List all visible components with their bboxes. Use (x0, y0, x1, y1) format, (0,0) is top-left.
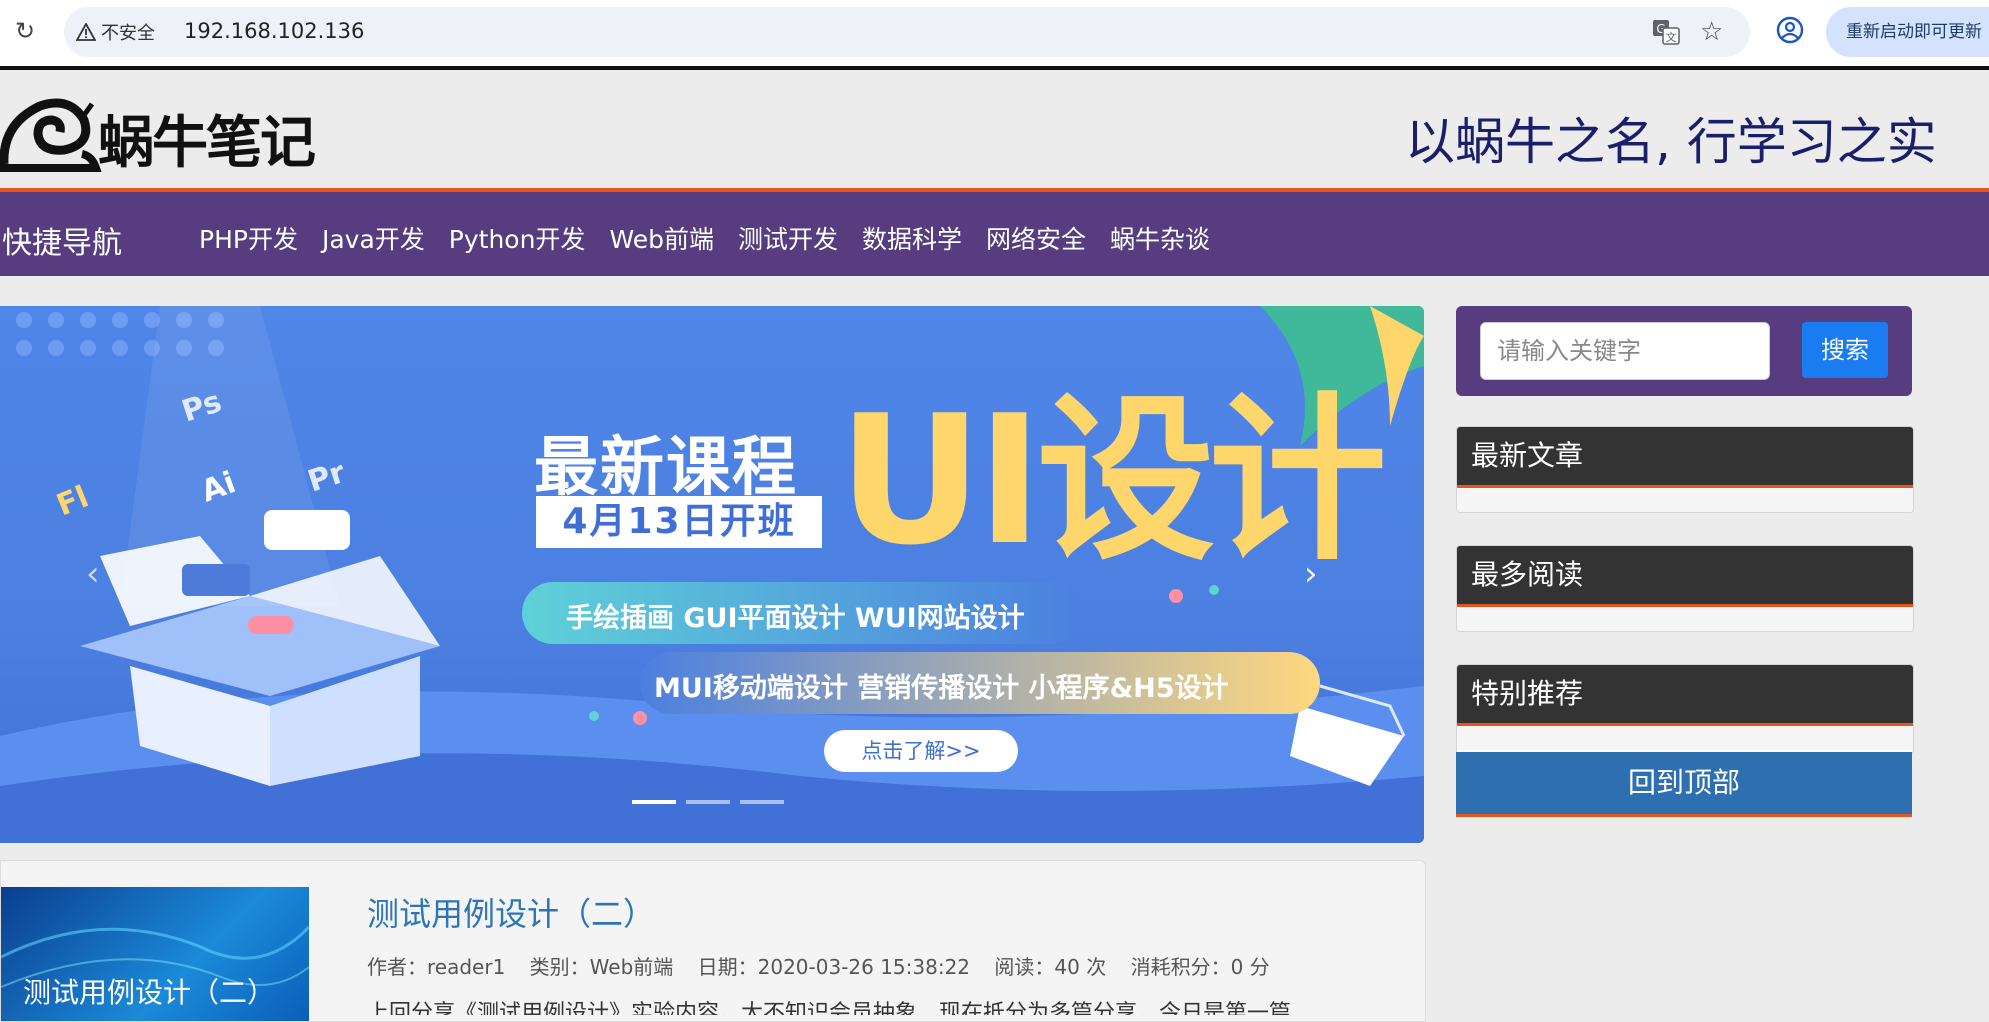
banner-carousel[interactable]: Ps Fl Ai Pr 最新课程 4月13日开班 UI设计 手绘插画 GUI平面… (0, 306, 1424, 843)
nav-item-java[interactable]: Java开发 (322, 220, 425, 256)
article-points: 消耗积分：0 分 (1130, 955, 1270, 979)
banner-cta-button[interactable]: 点击了解>> (824, 730, 1018, 772)
article-category: 类别：Web前端 (529, 955, 674, 979)
panel-heading: 最多阅读 (1457, 546, 1913, 607)
panel-latest-articles: 最新文章 (1456, 426, 1914, 513)
pr-label: Pr (304, 455, 350, 500)
warning-icon (76, 23, 96, 41)
panel-heading: 特别推荐 (1457, 665, 1913, 726)
panel-body (1457, 607, 1913, 631)
nav-item-php[interactable]: PHP开发 (199, 220, 298, 256)
nav-item-testing[interactable]: 测试开发 (738, 220, 838, 256)
panel-body (1457, 488, 1913, 512)
logo-text[interactable]: 蜗牛笔记 (98, 98, 316, 179)
article-date: 日期：2020-03-26 15:38:22 (697, 955, 971, 979)
thumbnail-caption: 测试用例设计（二） (23, 976, 276, 1009)
back-to-top-button[interactable]: 回到顶部 (1456, 752, 1912, 817)
svg-text:文: 文 (1666, 30, 1677, 44)
search-panel: 搜索 (1456, 306, 1912, 396)
banner-big-text: UI设计 (838, 377, 1387, 584)
nav-items: PHP开发 Java开发 Python开发 Web前端 测试开发 数据科学 网络… (199, 220, 1234, 256)
nav-item-web[interactable]: Web前端 (609, 220, 714, 256)
browser-toolbar: ↻ 不安全 192.168.102.136 G文 ☆ 重新启动即可更新 (0, 0, 1989, 66)
banner-title: 最新课程 (534, 431, 798, 505)
panel-heading: 最新文章 (1457, 427, 1913, 488)
article-reads: 阅读：40 次 (994, 955, 1107, 979)
article-meta: 作者：reader1 类别：Web前端 日期：2020-03-26 15:38:… (367, 951, 1288, 980)
panel-body (1457, 726, 1913, 750)
carousel-dot-3[interactable] (740, 800, 784, 804)
carousel-dot-1[interactable] (632, 800, 676, 804)
article-title[interactable]: 测试用例设计（二） (367, 889, 655, 935)
chevron-right-icon[interactable]: › (1304, 554, 1318, 594)
quick-nav-label: 快捷导航 (2, 226, 122, 261)
panel-most-read: 最多阅读 (1456, 545, 1914, 632)
banner-tags-row2: MUI移动端设计 营销传播设计 小程序&H5设计 (654, 673, 1229, 704)
nav-item-python[interactable]: Python开发 (449, 220, 586, 256)
search-input[interactable] (1480, 322, 1770, 380)
browser-divider (0, 66, 1989, 70)
security-label: 不安全 (101, 23, 155, 44)
profile-icon[interactable] (1776, 16, 1804, 44)
main-nav: 快捷导航 PHP开发 Java开发 Python开发 Web前端 测试开发 数据… (0, 192, 1989, 276)
article-author: 作者：reader1 (367, 955, 506, 979)
article-excerpt: 上回分享《测试用例设计》实验内容，大不知识会员抽象，现在抵分为多篇分享，今日是第… (367, 1001, 1292, 1015)
search-button[interactable]: 搜索 (1802, 322, 1888, 378)
carousel-dot-2[interactable] (686, 800, 730, 804)
banner-date: 4月13日开班 (536, 496, 822, 548)
panel-featured: 特别推荐 (1456, 664, 1914, 754)
security-indicator[interactable]: 不安全 (76, 17, 155, 47)
banner-tags-row1: 手绘插画 GUI平面设计 WUI网站设计 (566, 603, 1025, 634)
site-slogan: 以蜗牛之名, 行学习之实 (1405, 113, 1937, 171)
update-button[interactable]: 重新启动即可更新 (1826, 7, 1989, 57)
address-bar[interactable]: 不安全 192.168.102.136 G文 ☆ (64, 7, 1750, 57)
nav-item-data-science[interactable]: 数据科学 (862, 220, 962, 256)
translate-icon[interactable]: G文 (1652, 19, 1680, 45)
fl-label: Fl (52, 479, 94, 523)
reload-icon[interactable]: ↻ (12, 18, 38, 44)
star-icon[interactable]: ☆ (1700, 17, 1723, 47)
chevron-left-icon[interactable]: ‹ (86, 554, 100, 594)
url-text[interactable]: 192.168.102.136 (184, 19, 364, 43)
article-thumbnail[interactable]: 测试用例设计（二） (1, 887, 309, 1021)
nav-item-security[interactable]: 网络安全 (986, 220, 1086, 256)
article-card: 测试用例设计（二） 测试用例设计（二） 作者：reader1 类别：Web前端 … (0, 860, 1426, 1022)
nav-item-misc[interactable]: 蜗牛杂谈 (1110, 220, 1210, 256)
carousel-indicators (632, 800, 784, 804)
